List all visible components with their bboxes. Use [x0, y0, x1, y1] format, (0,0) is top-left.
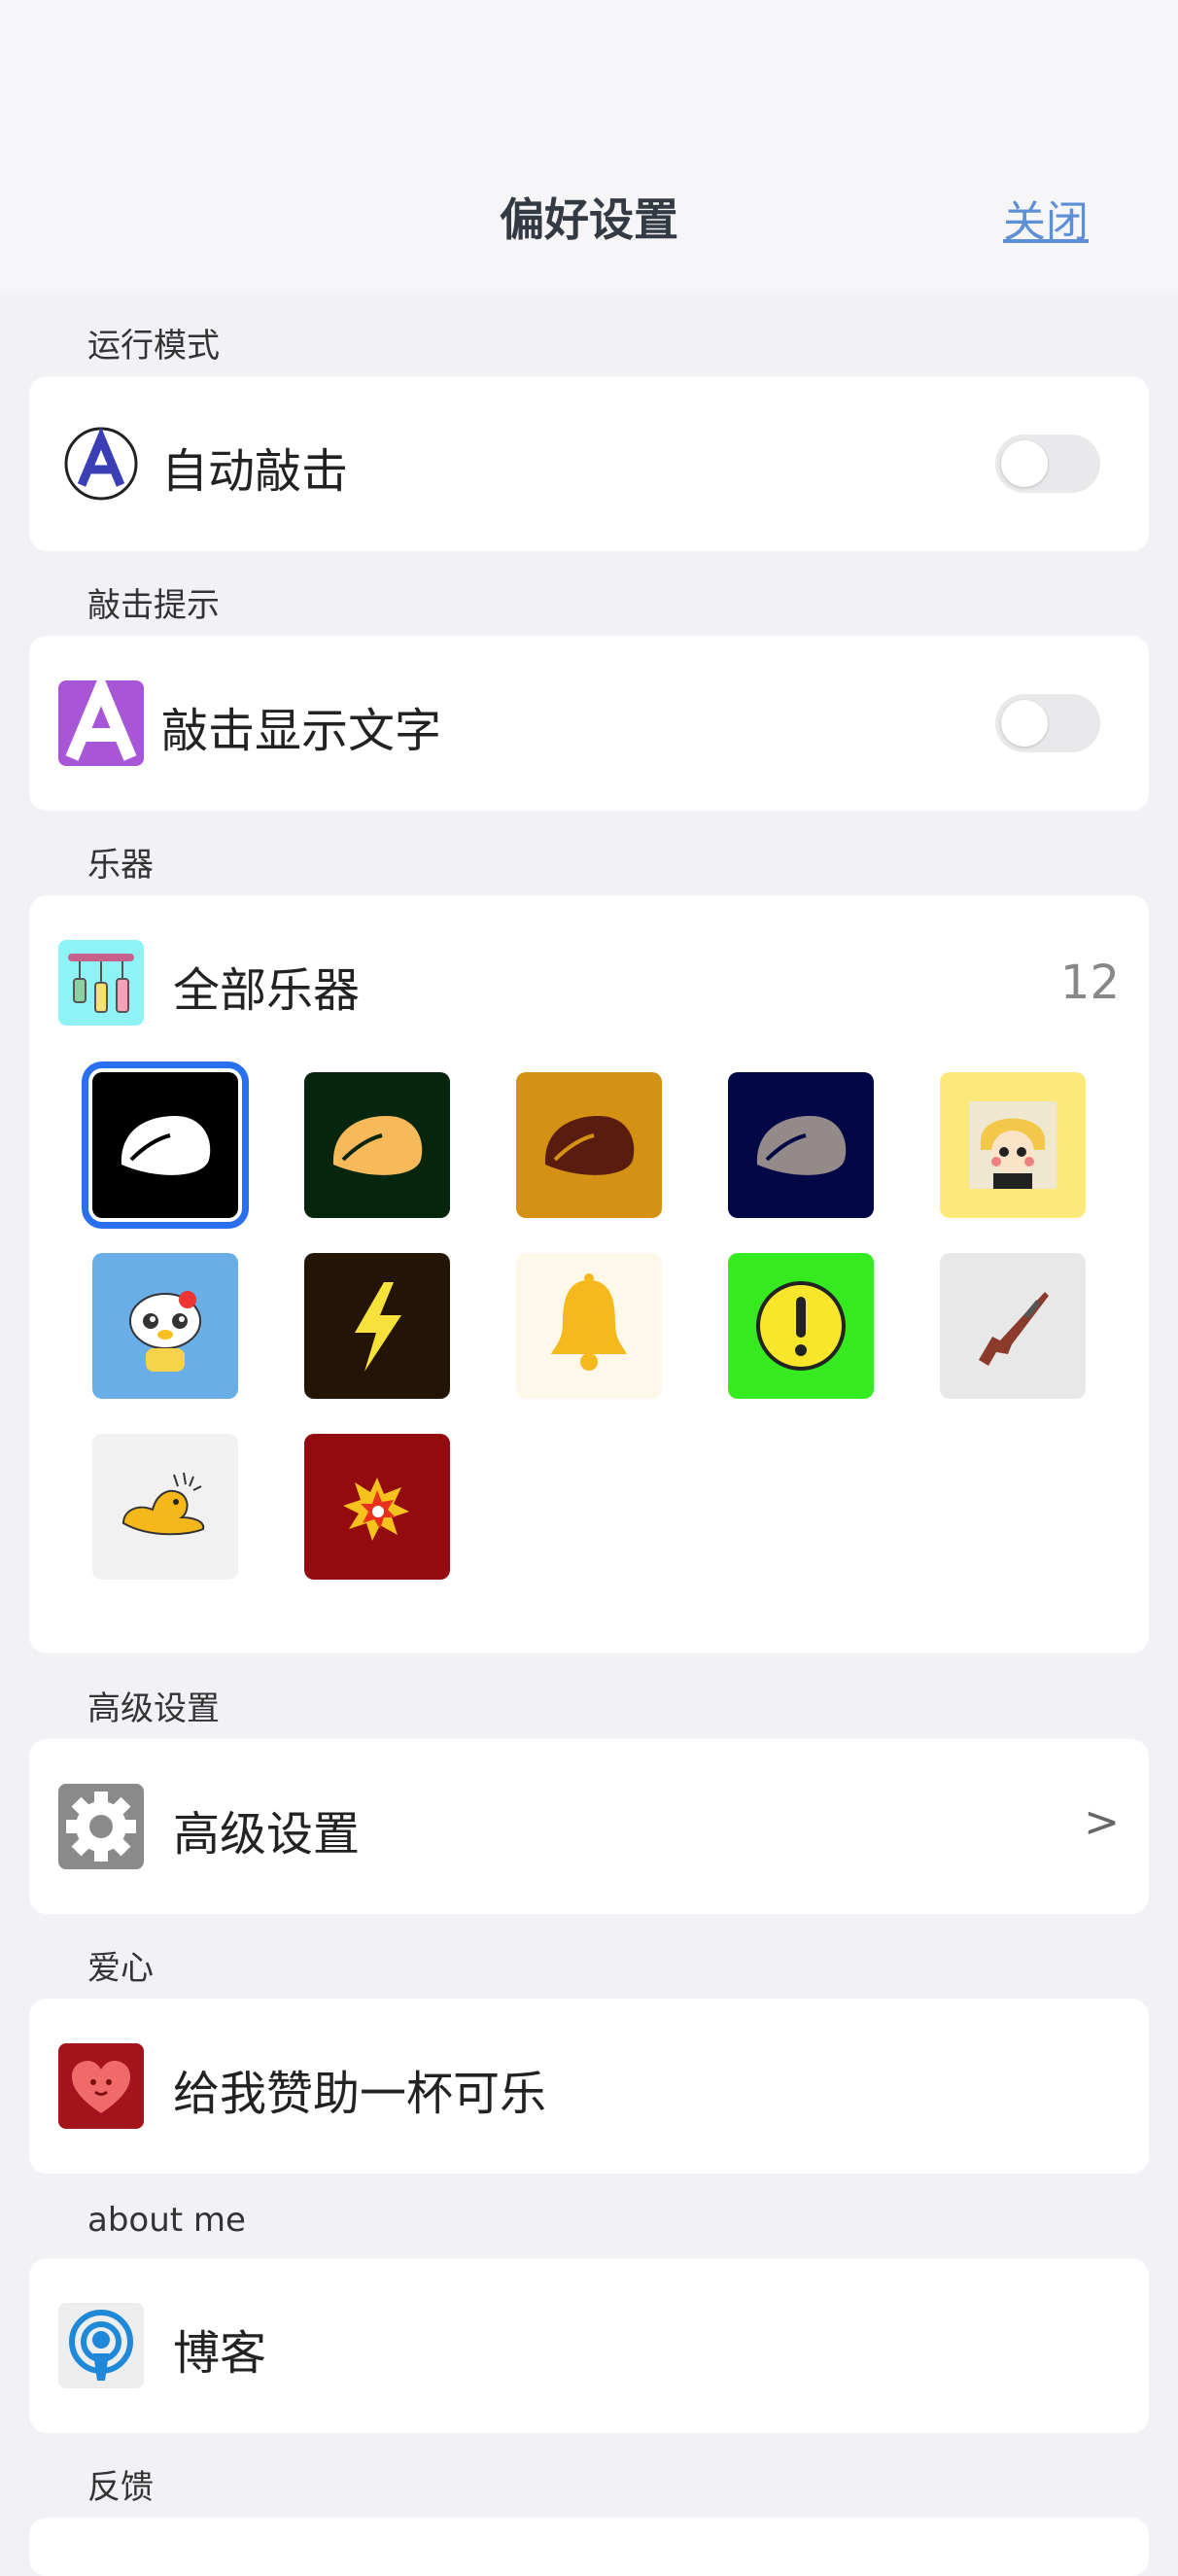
woodfish-gray-icon[interactable]: [728, 1072, 874, 1218]
blog-label: 博客: [173, 2326, 267, 2381]
section-label-feedback: 反馈: [87, 2468, 154, 2507]
page-title: 偏好设置: [500, 193, 678, 246]
section-label-hint: 敲击提示: [87, 586, 220, 625]
card-feedback: [29, 2518, 1149, 2576]
bell-icon[interactable]: [516, 1253, 662, 1399]
card-instruments: 全部乐器 12: [29, 895, 1149, 1654]
hello-kitty-icon[interactable]: [92, 1253, 238, 1399]
advanced-settings-label: 高级设置: [173, 1807, 361, 1862]
auto-tap-label: 自动敲击: [161, 444, 349, 499]
card-hint: 敲击显示文字: [29, 636, 1149, 811]
instrument-count: 12: [1059, 956, 1120, 1010]
sponsor-label: 给我赞助一杯可乐: [173, 2067, 547, 2121]
yellow-duck-icon[interactable]: [92, 1434, 238, 1580]
section-label-love: 爱心: [87, 1949, 154, 1988]
auto-a-icon: [58, 421, 144, 506]
podcast-icon: [58, 2303, 144, 2388]
letter-a-icon: [58, 680, 144, 766]
chevron-right-icon: >: [1084, 1797, 1120, 1847]
show-text-label: 敲击显示文字: [161, 704, 442, 758]
gear-icon: [58, 1784, 144, 1869]
section-label-advanced: 高级设置: [87, 1689, 220, 1728]
woodfish-white-icon[interactable]: [82, 1062, 249, 1229]
auto-tap-toggle[interactable]: [995, 435, 1100, 493]
advanced-settings-row[interactable]: 高级设置 >: [29, 1739, 1149, 1914]
wind-chime-icon: [58, 940, 144, 1026]
show-text-toggle[interactable]: [995, 694, 1100, 752]
sponsor-row[interactable]: 给我赞助一杯可乐: [29, 1999, 1149, 2174]
rifle-icon[interactable]: [940, 1253, 1086, 1399]
blog-row[interactable]: 博客: [29, 2258, 1149, 2433]
all-instruments-row[interactable]: 全部乐器 12: [29, 895, 1149, 1070]
woodfish-orange-icon[interactable]: [304, 1072, 450, 1218]
anime-character-icon[interactable]: [940, 1072, 1086, 1218]
show-text-row[interactable]: 敲击显示文字: [29, 636, 1149, 811]
card-run-mode: 自动敲击: [29, 376, 1149, 551]
close-button[interactable]: 关闭: [1003, 187, 1089, 249]
section-label-about: about me: [87, 2201, 246, 2240]
section-label-instruments: 乐器: [87, 846, 154, 885]
card-about: 博客: [29, 2258, 1149, 2433]
lightning-icon[interactable]: [304, 1253, 450, 1399]
woodfish-brown-icon[interactable]: [516, 1072, 662, 1218]
auto-tap-row[interactable]: 自动敲击: [29, 376, 1149, 551]
header: 偏好设置 关闭: [0, 0, 1178, 292]
toggle-knob: [1001, 700, 1048, 747]
heart-icon: [58, 2043, 144, 2129]
explosion-icon[interactable]: [304, 1434, 450, 1580]
card-advanced: 高级设置 >: [29, 1739, 1149, 1914]
toggle-knob: [1001, 440, 1048, 487]
warning-icon[interactable]: [728, 1253, 874, 1399]
card-love: 给我赞助一杯可乐: [29, 1999, 1149, 2174]
all-instruments-label: 全部乐器: [173, 963, 361, 1018]
section-label-run-mode: 运行模式: [87, 327, 220, 366]
